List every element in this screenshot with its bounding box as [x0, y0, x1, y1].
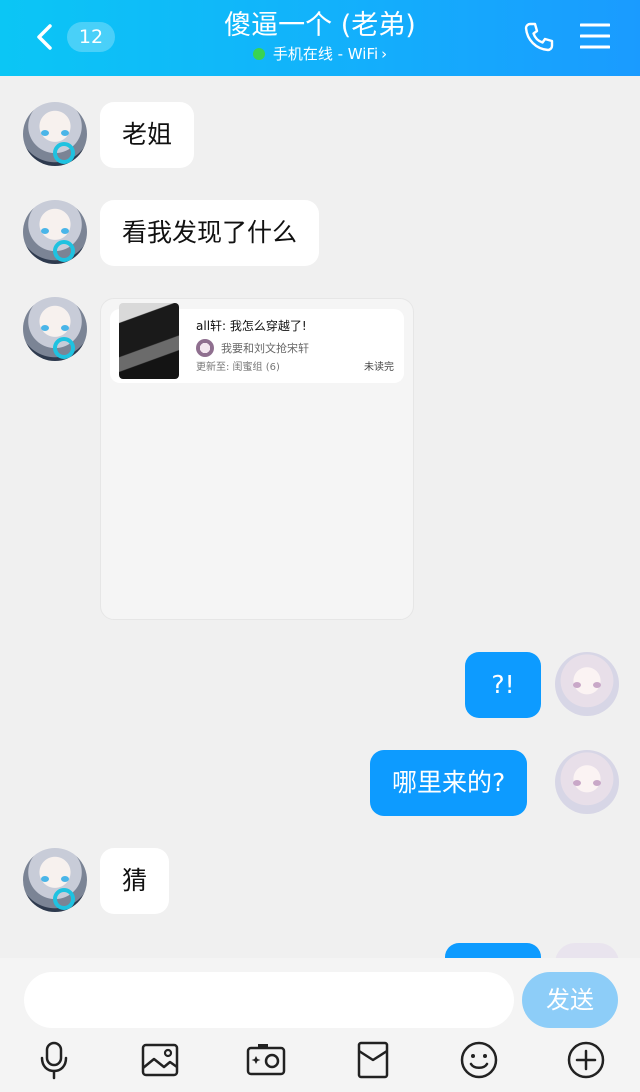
- story-update: 更新至: 闺蜜组 (6): [196, 362, 280, 373]
- online-dot-icon: [252, 48, 265, 60]
- image-icon[interactable]: [140, 1040, 180, 1080]
- camera-icon[interactable]: [246, 1040, 286, 1080]
- emoji-icon[interactable]: [459, 1040, 499, 1080]
- outgoing-message-bubble[interactable]: 哪里来的?: [370, 750, 528, 816]
- phone-call-icon[interactable]: [522, 20, 556, 54]
- author-avatar: [196, 339, 214, 357]
- contact-avatar[interactable]: [23, 848, 87, 912]
- input-bar: 发送: [0, 958, 640, 1092]
- shared-story-card[interactable]: all轩: 我怎么穿越了! 我要和刘文抢宋轩 更新至: 闺蜜组 (6) 未读完: [110, 303, 404, 383]
- red-packet-icon[interactable]: [353, 1040, 393, 1080]
- send-button[interactable]: 发送: [522, 972, 618, 1028]
- contact-avatar[interactable]: [23, 102, 87, 166]
- story-author: 我要和刘文抢宋轩: [196, 339, 309, 358]
- incoming-message-bubble[interactable]: 老姐: [100, 102, 195, 168]
- story-cover-image: [119, 303, 179, 379]
- my-avatar[interactable]: [555, 652, 619, 716]
- incoming-message-bubble[interactable]: 看我发现了什么: [100, 200, 320, 266]
- contact-avatar[interactable]: [23, 297, 87, 361]
- story-read-status: 未读完: [364, 362, 394, 373]
- menu-icon[interactable]: [580, 21, 610, 51]
- status-chevron-icon: ›: [381, 45, 388, 63]
- plus-icon[interactable]: [566, 1040, 606, 1080]
- message-input[interactable]: [24, 972, 514, 1028]
- incoming-message-bubble[interactable]: 猜: [100, 848, 170, 914]
- contact-avatar[interactable]: [23, 200, 87, 264]
- online-status-text: 手机在线 - WiFi: [272, 45, 379, 63]
- mic-icon[interactable]: [34, 1040, 74, 1080]
- chat-header: 12 傻逼一个 (老弟) 手机在线 - WiFi ›: [0, 0, 640, 76]
- my-avatar[interactable]: [555, 750, 619, 814]
- story-title: all轩: 我怎么穿越了!: [196, 319, 307, 333]
- outgoing-message-bubble[interactable]: ?!: [465, 652, 541, 718]
